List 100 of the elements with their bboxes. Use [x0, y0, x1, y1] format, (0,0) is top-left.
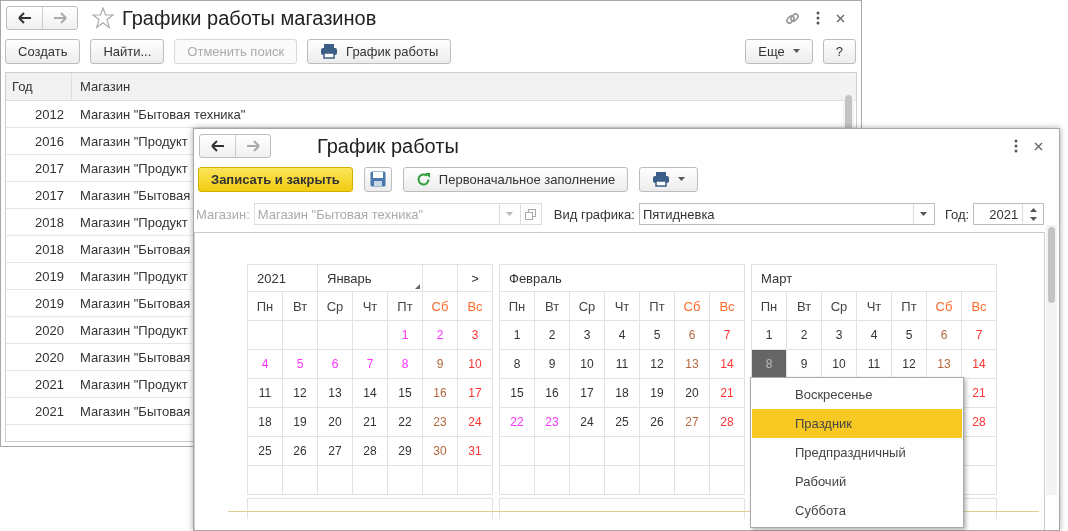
day-cell[interactable]: 4 [856, 320, 892, 350]
day-cell[interactable]: 12 [639, 349, 675, 379]
day-cell[interactable]: 5 [639, 320, 675, 350]
weekday-label: Вт [786, 291, 822, 321]
open-icon [525, 208, 537, 220]
more-button[interactable]: Еще [745, 38, 813, 64]
column-header[interactable]: Магазин [72, 79, 131, 94]
day-cell[interactable]: 23 [422, 407, 458, 437]
back-icon [17, 12, 32, 24]
day-cell[interactable]: 26 [639, 407, 675, 437]
day-cell[interactable]: 19 [639, 378, 675, 408]
day-cell[interactable]: 15 [499, 378, 535, 408]
star-icon[interactable] [92, 7, 114, 29]
day-cell[interactable]: 17 [569, 378, 605, 408]
day-cell[interactable]: 8 [499, 349, 535, 379]
toolbar-button[interactable]: Создать [5, 38, 81, 64]
day-cell[interactable]: 31 [457, 436, 493, 466]
day-cell[interactable]: 22 [387, 407, 423, 437]
month-selector[interactable]: Январь [317, 264, 423, 292]
day-cell[interactable]: 18 [247, 407, 283, 437]
day-cell[interactable]: 3 [821, 320, 857, 350]
day-cell[interactable]: 9 [534, 349, 570, 379]
day-cell[interactable]: 4 [604, 320, 640, 350]
day-cell[interactable]: 2 [786, 320, 822, 350]
menu-item[interactable]: Предпраздничный [752, 438, 962, 467]
day-cell[interactable]: 3 [569, 320, 605, 350]
weekday-label: Чт [604, 291, 640, 321]
menu-item[interactable]: Рабочий [752, 467, 962, 496]
day-cell[interactable]: 30 [422, 436, 458, 466]
day-cell[interactable]: 13 [674, 349, 710, 379]
save-and-close-button[interactable]: Записать и закрыть [198, 166, 353, 192]
more-icon[interactable] [816, 11, 820, 25]
day-cell[interactable]: 25 [604, 407, 640, 437]
field-label: Год: [944, 206, 970, 222]
day-cell[interactable]: 7 [709, 320, 745, 350]
year-cell-text: 2017 [34, 160, 65, 176]
day-cell[interactable]: 20 [317, 407, 353, 437]
day-cell[interactable]: 11 [247, 378, 283, 408]
next-month-button[interactable]: > [457, 264, 493, 292]
day-cell[interactable]: 5 [891, 320, 927, 350]
weekday-label: Пт [639, 291, 675, 321]
day-cell[interactable]: 21 [709, 378, 745, 408]
day-cell[interactable]: 10 [457, 349, 493, 379]
day-cell[interactable]: 9 [422, 349, 458, 379]
day-cell[interactable]: 27 [317, 436, 353, 466]
shop-cell-text: Магазин "Бытовая [79, 241, 191, 257]
print-menu-button[interactable] [639, 166, 699, 192]
day-cell[interactable]: 6 [674, 320, 710, 350]
weekday-label: Вт [282, 291, 318, 321]
day-cell[interactable]: 25 [247, 436, 283, 466]
close-icon[interactable] [1034, 141, 1043, 151]
initial-fill-button[interactable]: Первоначальное заполнение [402, 166, 629, 192]
day-cell[interactable]: 29 [387, 436, 423, 466]
close-icon[interactable] [836, 13, 845, 23]
link-icon[interactable] [785, 10, 800, 26]
day-cell[interactable]: 14 [352, 378, 388, 408]
day-cell[interactable]: 18 [604, 378, 640, 408]
day-cell[interactable]: 17 [457, 378, 493, 408]
day-cell[interactable]: 27 [674, 407, 710, 437]
toolbar-button[interactable]: Найти... [90, 38, 165, 64]
toolbar-button[interactable]: ? [822, 38, 856, 64]
more-icon[interactable] [1014, 139, 1018, 153]
day-cell[interactable]: 11 [604, 349, 640, 379]
day-cell[interactable]: 10 [569, 349, 605, 379]
day-cell[interactable]: 19 [282, 407, 318, 437]
day-cell[interactable]: 7 [961, 320, 997, 350]
weekday-label: Сб [422, 291, 458, 321]
year-cell[interactable]: 2021 [247, 264, 318, 292]
column-header[interactable]: Год [6, 73, 72, 100]
day-cell[interactable]: 26 [282, 436, 318, 466]
day-cell[interactable]: 24 [457, 407, 493, 437]
day-cell[interactable]: 21 [352, 407, 388, 437]
day-cell[interactable]: 20 [674, 378, 710, 408]
day-cell[interactable]: 1 [751, 320, 787, 350]
day-cell[interactable]: 2 [534, 320, 570, 350]
scrollbar[interactable] [1046, 225, 1057, 495]
shop-cell-text: Магазин "Продукт [79, 322, 188, 338]
save-button[interactable] [363, 166, 392, 192]
shop-cell-text: Магазин "Бытовая [79, 349, 191, 365]
day-cell[interactable]: 3 [457, 320, 493, 350]
day-cell[interactable]: 13 [317, 378, 353, 408]
month-title: Март [751, 264, 997, 292]
day-cell[interactable]: 28 [352, 436, 388, 466]
select-field[interactable]: Пятидневка [638, 203, 935, 225]
day-cell[interactable]: 28 [709, 407, 745, 437]
floppy-icon [369, 171, 386, 187]
day-cell[interactable]: 12 [282, 378, 318, 408]
day-cell[interactable]: 16 [534, 378, 570, 408]
year-cell-text: 2016 [34, 133, 65, 149]
day-cell[interactable]: 1 [499, 320, 535, 350]
day-cell[interactable]: 24 [569, 407, 605, 437]
menu-item[interactable]: Праздник [752, 409, 962, 438]
print-schedule-button[interactable]: График работы [307, 38, 452, 64]
menu-item[interactable]: Воскресенье [752, 380, 962, 409]
year-field[interactable]: 2021 [973, 203, 1045, 225]
day-cell[interactable]: 16 [422, 378, 458, 408]
day-cell[interactable]: 15 [387, 378, 423, 408]
day-cell[interactable]: 6 [926, 320, 962, 350]
day-cell[interactable]: 14 [709, 349, 745, 379]
menu-item[interactable]: Суббота [752, 496, 962, 525]
